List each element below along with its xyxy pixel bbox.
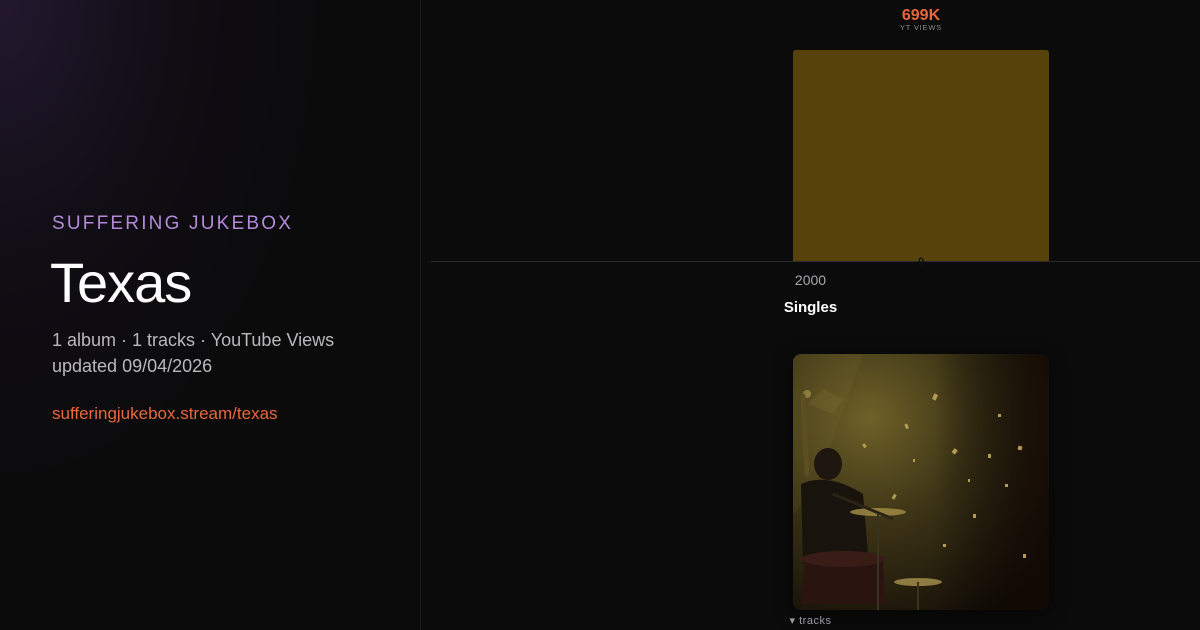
section-title: Singles [783, 299, 838, 316]
artist-name: Texas [50, 251, 192, 314]
views-bar[interactable] [793, 50, 1049, 261]
tracks-toggle-button[interactable]: ▾ tracks [421, 614, 1200, 627]
bar-value-label: 699K [902, 7, 941, 24]
bar-base-marker: 0 [918, 256, 924, 268]
x-tick-label: 2000 [794, 272, 827, 288]
artist-stats: 1 album · 1 tracks · YouTube Views [52, 330, 335, 350]
views-bar-chart: 699KYT VIEWS 0 [431, 7, 1200, 268]
album-cover-artwork [793, 354, 1049, 610]
album-cover-image[interactable] [793, 354, 1049, 610]
updated-date: updated 09/04/2026 [52, 356, 213, 376]
bar-unit-label: YT VIEWS [900, 23, 942, 32]
chart-panel: 699K YT VIEWS 0 2000 Singles ▾ tracks [421, 0, 1200, 630]
artist-info-panel: SUFFERING JUKEBOX Texas 1 album · 1 trac… [0, 0, 421, 630]
page: SUFFERING JUKEBOX Texas 1 album · 1 trac… [0, 0, 1200, 630]
brand-label: SUFFERING JUKEBOX [52, 213, 294, 234]
artist-url-link[interactable]: sufferingjukebox.stream/texas [52, 404, 278, 424]
